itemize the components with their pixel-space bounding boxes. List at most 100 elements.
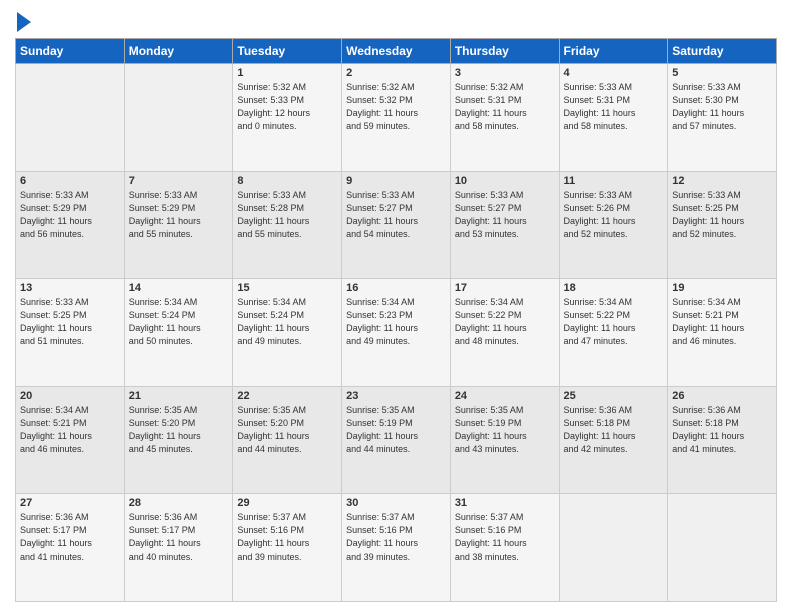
- day-info: Sunrise: 5:35 AMSunset: 5:20 PMDaylight:…: [237, 404, 337, 456]
- day-cell: 31 Sunrise: 5:37 AMSunset: 5:16 PMDayligh…: [450, 494, 559, 602]
- week-row-1: 1Sunrise: 5:32 AMSunset: 5:33 PMDaylight…: [16, 64, 777, 172]
- day-number: 6: [20, 175, 120, 187]
- day-cell: 7 Sunrise: 5:33 AMSunset: 5:29 PMDaylight…: [124, 171, 233, 279]
- day-info: Sunrise: 5:36 AMSunset: 5:18 PMDaylight:…: [564, 404, 664, 456]
- day-cell: 1Sunrise: 5:32 AMSunset: 5:33 PMDaylight…: [233, 64, 342, 172]
- day-info: Sunrise: 5:32 AMSunset: 5:33 PMDaylight:…: [237, 81, 337, 133]
- day-cell: 28 Sunrise: 5:36 AMSunset: 5:17 PMDayligh…: [124, 494, 233, 602]
- header-cell-monday: Monday: [124, 39, 233, 64]
- header-cell-sunday: Sunday: [16, 39, 125, 64]
- day-number: 9: [346, 175, 446, 187]
- day-info: Sunrise: 5:33 AMSunset: 5:30 PMDaylight:…: [672, 81, 772, 133]
- day-number: 24: [455, 390, 555, 402]
- day-info: Sunrise: 5:32 AMSunset: 5:32 PMDaylight:…: [346, 81, 446, 133]
- day-info: Sunrise: 5:34 AMSunset: 5:22 PMDaylight:…: [564, 296, 664, 348]
- day-number: 28: [129, 497, 229, 509]
- header-row: SundayMondayTuesdayWednesdayThursdayFrid…: [16, 39, 777, 64]
- day-cell: 18 Sunrise: 5:34 AMSunset: 5:22 PMDayligh…: [559, 279, 668, 387]
- day-cell: 27Sunrise: 5:36 AMSunset: 5:17 PMDayligh…: [16, 494, 125, 602]
- header-cell-tuesday: Tuesday: [233, 39, 342, 64]
- day-number: 23: [346, 390, 446, 402]
- day-cell: 3 Sunrise: 5:32 AMSunset: 5:31 PMDaylight…: [450, 64, 559, 172]
- day-info: Sunrise: 5:34 AMSunset: 5:21 PMDaylight:…: [672, 296, 772, 348]
- day-number: 10: [455, 175, 555, 187]
- day-number: 5: [672, 67, 772, 79]
- day-info: Sunrise: 5:34 AMSunset: 5:24 PMDaylight:…: [129, 296, 229, 348]
- day-cell: 21 Sunrise: 5:35 AMSunset: 5:20 PMDayligh…: [124, 386, 233, 494]
- day-cell: [559, 494, 668, 602]
- day-number: 18: [564, 282, 664, 294]
- day-number: 30: [346, 497, 446, 509]
- header-cell-friday: Friday: [559, 39, 668, 64]
- day-cell: 16Sunrise: 5:34 AMSunset: 5:23 PMDayligh…: [342, 279, 451, 387]
- day-info: Sunrise: 5:33 AMSunset: 5:28 PMDaylight:…: [237, 189, 337, 241]
- header-cell-thursday: Thursday: [450, 39, 559, 64]
- day-cell: 4 Sunrise: 5:33 AMSunset: 5:31 PMDaylight…: [559, 64, 668, 172]
- day-cell: [124, 64, 233, 172]
- day-info: Sunrise: 5:35 AMSunset: 5:20 PMDaylight:…: [129, 404, 229, 456]
- day-cell: 15Sunrise: 5:34 AMSunset: 5:24 PMDayligh…: [233, 279, 342, 387]
- day-cell: 17 Sunrise: 5:34 AMSunset: 5:22 PMDayligh…: [450, 279, 559, 387]
- calendar-body: 1Sunrise: 5:32 AMSunset: 5:33 PMDaylight…: [16, 64, 777, 602]
- day-number: 26: [672, 390, 772, 402]
- day-cell: [16, 64, 125, 172]
- day-info: Sunrise: 5:33 AMSunset: 5:27 PMDaylight:…: [455, 189, 555, 241]
- day-cell: 10 Sunrise: 5:33 AMSunset: 5:27 PMDayligh…: [450, 171, 559, 279]
- header-cell-saturday: Saturday: [668, 39, 777, 64]
- day-info: Sunrise: 5:33 AMSunset: 5:26 PMDaylight:…: [564, 189, 664, 241]
- day-number: 31: [455, 497, 555, 509]
- day-cell: 26 Sunrise: 5:36 AMSunset: 5:18 PMDayligh…: [668, 386, 777, 494]
- page: SundayMondayTuesdayWednesdayThursdayFrid…: [0, 0, 792, 612]
- day-cell: 30 Sunrise: 5:37 AMSunset: 5:16 PMDayligh…: [342, 494, 451, 602]
- day-number: 8: [237, 175, 337, 187]
- day-cell: 24 Sunrise: 5:35 AMSunset: 5:19 PMDayligh…: [450, 386, 559, 494]
- day-number: 3: [455, 67, 555, 79]
- day-cell: 12 Sunrise: 5:33 AMSunset: 5:25 PMDayligh…: [668, 171, 777, 279]
- day-cell: [668, 494, 777, 602]
- header: [15, 10, 777, 32]
- day-number: 4: [564, 67, 664, 79]
- day-cell: 19Sunrise: 5:34 AMSunset: 5:21 PMDayligh…: [668, 279, 777, 387]
- day-number: 21: [129, 390, 229, 402]
- day-cell: 11 Sunrise: 5:33 AMSunset: 5:26 PMDayligh…: [559, 171, 668, 279]
- day-cell: 9 Sunrise: 5:33 AMSunset: 5:27 PMDaylight…: [342, 171, 451, 279]
- day-info: Sunrise: 5:33 AMSunset: 5:31 PMDaylight:…: [564, 81, 664, 133]
- day-info: Sunrise: 5:32 AMSunset: 5:31 PMDaylight:…: [455, 81, 555, 133]
- day-cell: 13Sunrise: 5:33 AMSunset: 5:25 PMDayligh…: [16, 279, 125, 387]
- week-row-5: 27 Sunrise: 5:36 AMSunset: 5:17 PMDayligh…: [16, 494, 777, 602]
- week-row-2: 6 Sunrise: 5:33 AMSunset: 5:29 PMDaylight…: [16, 171, 777, 279]
- day-number: 11: [564, 175, 664, 187]
- header-cell-wednesday: Wednesday: [342, 39, 451, 64]
- day-number: 25: [564, 390, 664, 402]
- day-cell: 20Sunrise: 5:34 AMSunset: 5:21 PMDayligh…: [16, 386, 125, 494]
- day-info: Sunrise: 5:33 AMSunset: 5:25 PMDaylight:…: [20, 296, 120, 348]
- day-info: Sunrise: 5:35 AMSunset: 5:19 PMDaylight:…: [455, 404, 555, 456]
- day-info: Sunrise: 5:33 AMSunset: 5:25 PMDaylight:…: [672, 189, 772, 241]
- day-cell: 29Sunrise: 5:37 AMSunset: 5:16 PMDayligh…: [233, 494, 342, 602]
- day-number: 7: [129, 175, 229, 187]
- day-info: Sunrise: 5:34 AMSunset: 5:21 PMDaylight:…: [20, 404, 120, 456]
- day-number: 12: [672, 175, 772, 187]
- day-info: Sunrise: 5:37 AMSunset: 5:16 PMDaylight:…: [346, 511, 446, 563]
- day-number: 17: [455, 282, 555, 294]
- day-number: 2: [346, 67, 446, 79]
- day-cell: 14 Sunrise: 5:34 AMSunset: 5:24 PMDayligh…: [124, 279, 233, 387]
- day-cell: 8 Sunrise: 5:33 AMSunset: 5:28 PMDaylight…: [233, 171, 342, 279]
- day-cell: 2 Sunrise: 5:32 AMSunset: 5:32 PMDaylight…: [342, 64, 451, 172]
- day-info: Sunrise: 5:34 AMSunset: 5:22 PMDaylight:…: [455, 296, 555, 348]
- calendar-table: SundayMondayTuesdayWednesdayThursdayFrid…: [15, 38, 777, 602]
- day-info: Sunrise: 5:33 AMSunset: 5:27 PMDaylight:…: [346, 189, 446, 241]
- day-info: Sunrise: 5:35 AMSunset: 5:19 PMDaylight:…: [346, 404, 446, 456]
- day-info: Sunrise: 5:33 AMSunset: 5:29 PMDaylight:…: [129, 189, 229, 241]
- day-number: 14: [129, 282, 229, 294]
- day-info: Sunrise: 5:36 AMSunset: 5:18 PMDaylight:…: [672, 404, 772, 456]
- day-info: Sunrise: 5:33 AMSunset: 5:29 PMDaylight:…: [20, 189, 120, 241]
- day-cell: 25 Sunrise: 5:36 AMSunset: 5:18 PMDayligh…: [559, 386, 668, 494]
- day-number: 27: [20, 497, 120, 509]
- logo-triangle-icon: [17, 12, 31, 32]
- day-info: Sunrise: 5:37 AMSunset: 5:16 PMDaylight:…: [455, 511, 555, 563]
- day-info: Sunrise: 5:36 AMSunset: 5:17 PMDaylight:…: [129, 511, 229, 563]
- day-info: Sunrise: 5:37 AMSunset: 5:16 PMDaylight:…: [237, 511, 337, 563]
- day-number: 22: [237, 390, 337, 402]
- logo: [15, 14, 31, 32]
